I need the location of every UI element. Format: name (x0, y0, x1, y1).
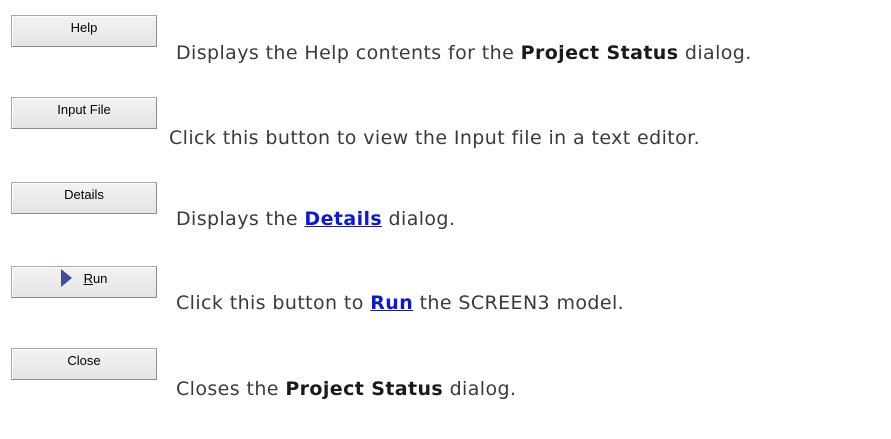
details-button-label: Details (64, 186, 104, 202)
input-file-description-text: Click this button to view the Input file… (169, 127, 701, 149)
details-description-suffix: dialog. (382, 208, 456, 230)
run-button-label: Run (84, 271, 108, 286)
run-button[interactable]: Run (11, 266, 157, 298)
input-file-button-label: Input File (57, 101, 111, 117)
help-description-dialog-name: Project Status (520, 42, 679, 64)
run-description: Click this button to Run the SCREEN3 mod… (176, 292, 624, 314)
input-file-description: Click this button to view the Input file… (169, 127, 700, 149)
help-button[interactable]: Help (11, 15, 157, 47)
details-button[interactable]: Details (11, 182, 157, 214)
help-description-text: Displays the Help contents for the (176, 42, 521, 64)
details-description: Displays the Details dialog. (176, 208, 455, 230)
close-button[interactable]: Close (11, 348, 157, 380)
help-description: Displays the Help contents for the Proje… (176, 42, 752, 64)
close-description-dialog-name: Project Status (285, 378, 444, 400)
close-description-suffix: dialog. (443, 378, 517, 400)
play-arrow-icon (60, 269, 72, 287)
close-description: Closes the Project Status dialog. (176, 378, 516, 400)
run-description-suffix: the SCREEN3 model. (413, 292, 625, 314)
run-link[interactable]: Run (370, 292, 413, 314)
details-description-text: Displays the (176, 208, 305, 230)
run-button-mnemonic: R (83, 270, 93, 286)
input-file-button[interactable]: Input File (11, 97, 157, 129)
details-link[interactable]: Details (304, 208, 382, 230)
help-button-label: Help (70, 19, 98, 35)
close-description-text: Closes the (176, 378, 286, 400)
run-description-text: Click this button to (176, 292, 371, 314)
help-description-suffix: dialog. (678, 42, 752, 64)
close-button-label: Close (67, 352, 101, 368)
run-button-label-rest: un (92, 270, 108, 286)
